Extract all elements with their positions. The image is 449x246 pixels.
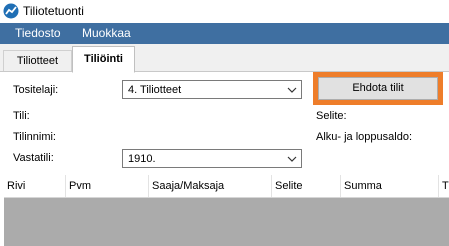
app-logo-icon (3, 3, 19, 19)
tositelaji-select[interactable]: 4. Tiliotteet (122, 80, 302, 99)
suggest-accounts-button[interactable]: Ehdota tilit (318, 77, 438, 100)
column-header-rivi[interactable]: Rivi (4, 175, 66, 197)
chevron-down-icon (287, 156, 297, 162)
saldo-label: Alku- ja loppusaldo: (316, 131, 413, 143)
vastatili-select[interactable]: 1910. (122, 149, 302, 168)
column-header-summa[interactable]: Summa (341, 175, 439, 197)
tili-label: Tili: (13, 110, 30, 122)
tilinnimi-label: Tilinnimi: (13, 131, 56, 143)
title-bar: Tiliotetuonti (0, 0, 449, 23)
column-header-pvm[interactable]: Pvm (66, 175, 149, 197)
column-header-saaja[interactable]: Saaja/Maksaja (149, 175, 272, 197)
menu-muokkaa[interactable]: Muokkaa (82, 26, 131, 40)
window-title: Tiliotetuonti (23, 4, 84, 18)
tab-tiliotteet[interactable]: Tiliotteet (3, 50, 72, 71)
menu-tiedosto[interactable]: Tiedosto (15, 26, 61, 40)
column-header-selite[interactable]: Selite (272, 175, 341, 197)
grid-header: Rivi Pvm Saaja/Maksaja Selite Summa T (4, 175, 449, 198)
tositelaji-label: Tositelaji: (13, 84, 59, 96)
vastatili-value: 1910. (128, 153, 156, 165)
vastatili-label: Vastatili: (13, 152, 54, 164)
tab-tiliointi[interactable]: Tiliöinti (72, 46, 135, 73)
column-header-t[interactable]: T (439, 175, 449, 197)
selite-label: Selite: (316, 110, 347, 122)
tositelaji-value: 4. Tiliotteet (128, 84, 182, 96)
chevron-down-icon (287, 87, 297, 93)
transaction-grid[interactable]: Rivi Pvm Saaja/Maksaja Selite Summa T (4, 175, 449, 246)
menu-bar: Tiedosto Muokkaa (0, 23, 449, 44)
